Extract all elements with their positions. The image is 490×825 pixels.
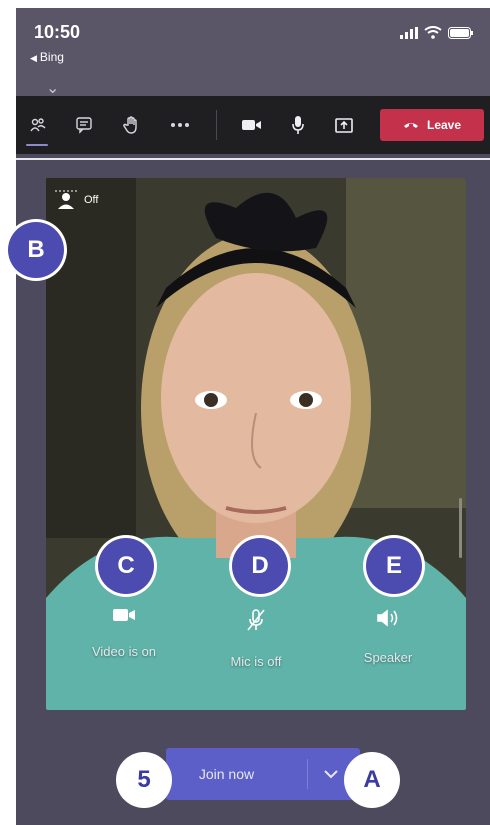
mic-toggle-button[interactable] (278, 96, 318, 154)
preview-scrollbar[interactable] (459, 498, 462, 558)
signal-icon (400, 26, 418, 39)
close-icon[interactable]: ⌄ (46, 81, 59, 97)
callout-b: B (8, 222, 64, 278)
active-tab-indicator (26, 144, 48, 146)
status-icons (400, 26, 474, 39)
video-icon (242, 120, 261, 130)
raise-hand-button[interactable] (112, 96, 152, 154)
callout-a: A (344, 752, 400, 808)
background-blur-label: Off (84, 194, 99, 206)
chevron-down-icon (324, 770, 338, 779)
share-icon (335, 118, 353, 133)
mic-icon (292, 116, 304, 134)
speaker-icon (377, 609, 398, 627)
callout-c: C (98, 538, 154, 594)
camera-icon (113, 609, 135, 621)
join-now-button[interactable]: Join now (166, 748, 360, 800)
wifi-icon (424, 26, 442, 39)
background-blur-toggle[interactable]: Off (54, 190, 98, 210)
speaker-status-label: Speaker (363, 650, 413, 665)
share-button[interactable] (324, 96, 364, 154)
callout-e: E (366, 538, 422, 594)
chat-icon (76, 117, 92, 134)
meeting-toolbar: Leave (16, 96, 490, 154)
status-bar: 10:50 ◀ Bing ⌄ (16, 8, 490, 98)
status-time: 10:50 (34, 22, 81, 42)
video-status-label: Video is on (91, 644, 157, 659)
speaker-control[interactable]: Speaker (328, 608, 448, 665)
join-now-label: Join now (198, 766, 255, 782)
mic-off-icon (247, 609, 265, 631)
video-preview: Off Video is on Mic is off Speaker (46, 178, 466, 710)
leave-button[interactable]: Leave (380, 109, 484, 141)
back-app-label: Bing (39, 50, 64, 64)
leave-label: Leave (426, 118, 462, 132)
hang-up-icon (403, 123, 418, 128)
video-toggle-button[interactable] (232, 96, 272, 154)
more-icon (171, 123, 189, 127)
chat-button[interactable] (64, 96, 104, 154)
toolbar-divider (216, 110, 217, 140)
people-icon (30, 118, 46, 132)
mic-control[interactable]: Mic is off (196, 608, 316, 669)
mic-status-label: Mic is off (230, 654, 282, 669)
video-control[interactable]: Video is on (64, 608, 184, 659)
battery-icon (448, 26, 473, 39)
phone-screen: 10:50 ◀ Bing ⌄ Leave Off Video is on Mic… (16, 8, 490, 825)
back-triangle-icon: ◀ (30, 53, 37, 63)
callout-d: D (232, 538, 288, 594)
callout-5: 5 (116, 752, 172, 808)
separator (16, 158, 490, 160)
background-blur-icon (55, 190, 77, 209)
raise-hand-icon (123, 116, 137, 134)
back-to-app-link[interactable]: ◀ Bing (30, 50, 64, 64)
more-button[interactable] (160, 96, 200, 154)
